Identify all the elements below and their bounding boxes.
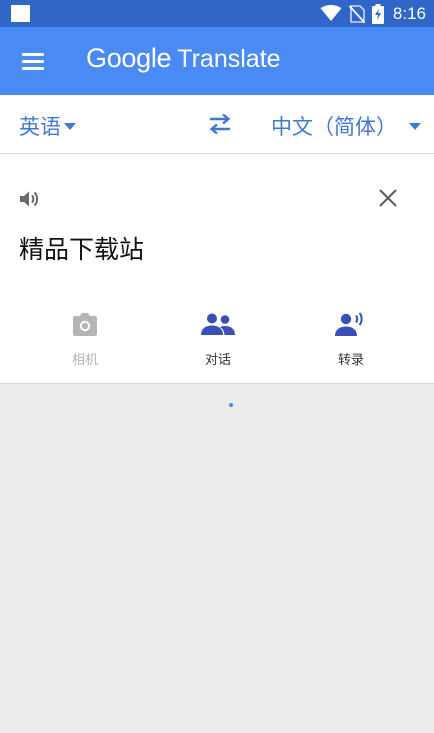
target-language-selector[interactable]: 中文（简体） [271, 111, 421, 141]
camera-button[interactable]: 相机 [45, 310, 125, 368]
target-language-label: 中文（简体） [271, 115, 397, 139]
conversation-button[interactable]: 对话 [178, 310, 258, 368]
status-time: 8:16 [392, 3, 426, 23]
wifi-icon [320, 5, 342, 21]
status-bar: 8:16 [0, 0, 434, 27]
transcribe-icon [335, 312, 363, 336]
loading-indicator [229, 403, 233, 407]
notification-icon [11, 5, 30, 22]
camera-label: 相机 [71, 353, 98, 368]
app-title: Google Translate [86, 43, 281, 74]
transcribe-label: 转录 [337, 353, 364, 368]
no-sim-icon [348, 4, 365, 23]
language-bar: 英语 中文（简体） [0, 95, 434, 154]
input-card: 精品下载站 相机 对话 转录 [0, 154, 434, 384]
conversation-label: 对话 [204, 353, 231, 368]
source-language-label: 英语 [19, 115, 61, 139]
battery-icon [371, 3, 384, 24]
swap-languages-icon[interactable] [206, 113, 234, 135]
app-title-google: Google [86, 43, 172, 73]
conversation-icon [201, 313, 235, 335]
target-dropdown-icon [409, 122, 421, 130]
close-icon[interactable] [377, 187, 399, 209]
source-language-selector[interactable]: 英语 [19, 111, 76, 141]
transcribe-button[interactable]: 转录 [311, 310, 391, 368]
speaker-icon[interactable] [18, 188, 40, 210]
source-dropdown-icon [64, 122, 76, 130]
app-bar: Google Translate [0, 27, 434, 95]
menu-button[interactable] [19, 48, 47, 74]
camera-icon [73, 313, 97, 336]
app-title-translate: Translate [177, 45, 281, 73]
input-text[interactable]: 精品下载站 [19, 230, 144, 266]
